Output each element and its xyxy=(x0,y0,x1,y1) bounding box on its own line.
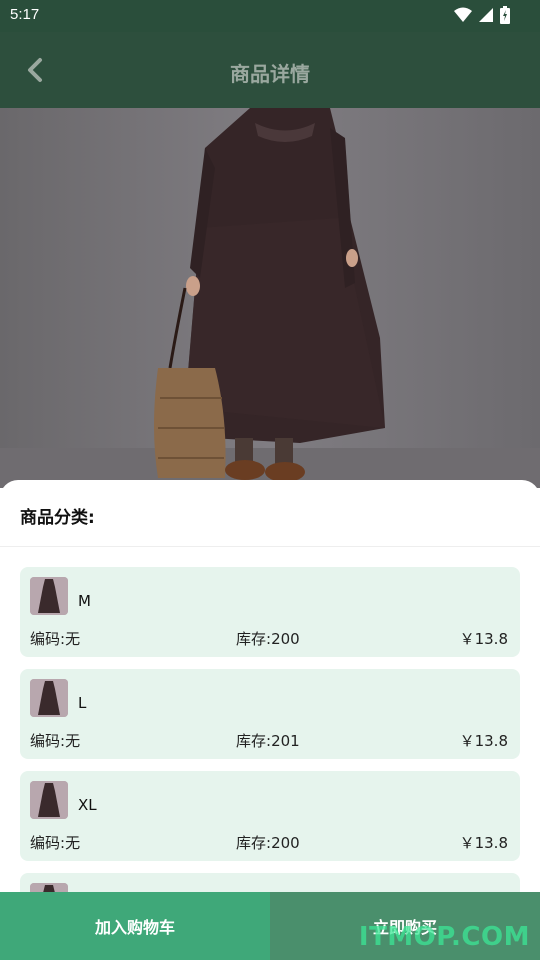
status-icons xyxy=(454,6,510,24)
product-image xyxy=(0,108,540,488)
variant-size: M xyxy=(78,592,91,610)
variant-item-l[interactable]: L 编码:无 库存:201 ￥13.8 xyxy=(20,669,520,759)
variant-thumbnail xyxy=(30,781,68,819)
add-to-cart-button[interactable]: 加入购物车 xyxy=(0,892,270,960)
sheet-title: 商品分类: xyxy=(20,508,95,528)
variant-code: 编码:无 xyxy=(30,832,80,853)
variant-code: 编码:无 xyxy=(30,730,80,751)
code-label: 编码: xyxy=(30,834,66,852)
variant-price: ￥13.8 xyxy=(459,834,508,852)
page-title: 商品详情 xyxy=(230,62,310,86)
variant-size: XL xyxy=(78,796,97,814)
variant-stock: 库存:201 xyxy=(236,730,300,751)
battery-icon xyxy=(500,6,510,24)
status-time: 5:17 xyxy=(10,6,40,23)
code-value: 无 xyxy=(65,834,81,852)
variant-item-m[interactable]: M 编码:无 库存:200 ￥13.8 xyxy=(20,567,520,657)
signal-icon xyxy=(479,8,493,22)
variant-thumbnail xyxy=(30,577,68,615)
buy-now-button[interactable]: 立即购买 xyxy=(270,892,540,960)
stock-value: 200 xyxy=(271,630,300,648)
variant-size: L xyxy=(78,694,87,712)
variant-price: ￥13.8 xyxy=(459,732,508,750)
code-label: 编码: xyxy=(30,630,66,648)
variant-thumbnail xyxy=(30,679,68,717)
status-bar: 5:17 xyxy=(0,0,540,32)
variant-code: 编码:无 xyxy=(30,628,80,649)
app-bar: 商品详情 xyxy=(0,32,540,108)
variant-item-xl[interactable]: XL 编码:无 库存:200 ￥13.8 xyxy=(20,771,520,861)
code-value: 无 xyxy=(65,732,81,750)
code-value: 无 xyxy=(65,630,81,648)
stock-label: 库存: xyxy=(236,732,272,750)
stock-value: 200 xyxy=(271,834,300,852)
wifi-icon xyxy=(454,7,472,22)
variant-list: M 编码:无 库存:200 ￥13.8 L 编码:无 库存:201 ￥13.8 … xyxy=(20,567,520,900)
divider xyxy=(0,546,540,547)
code-label: 编码: xyxy=(30,732,66,750)
variant-stock: 库存:200 xyxy=(236,832,300,853)
variant-sheet: 商品分类: M 编码:无 库存:200 ￥13.8 L 编码:无 库存:201 … xyxy=(0,480,540,900)
bottom-action-bar: 加入购物车 立即购买 xyxy=(0,892,540,960)
stock-label: 库存: xyxy=(236,834,272,852)
variant-stock: 库存:200 xyxy=(236,628,300,649)
variant-price: ￥13.8 xyxy=(459,630,508,648)
stock-value: 201 xyxy=(271,732,300,750)
stock-label: 库存: xyxy=(236,630,272,648)
